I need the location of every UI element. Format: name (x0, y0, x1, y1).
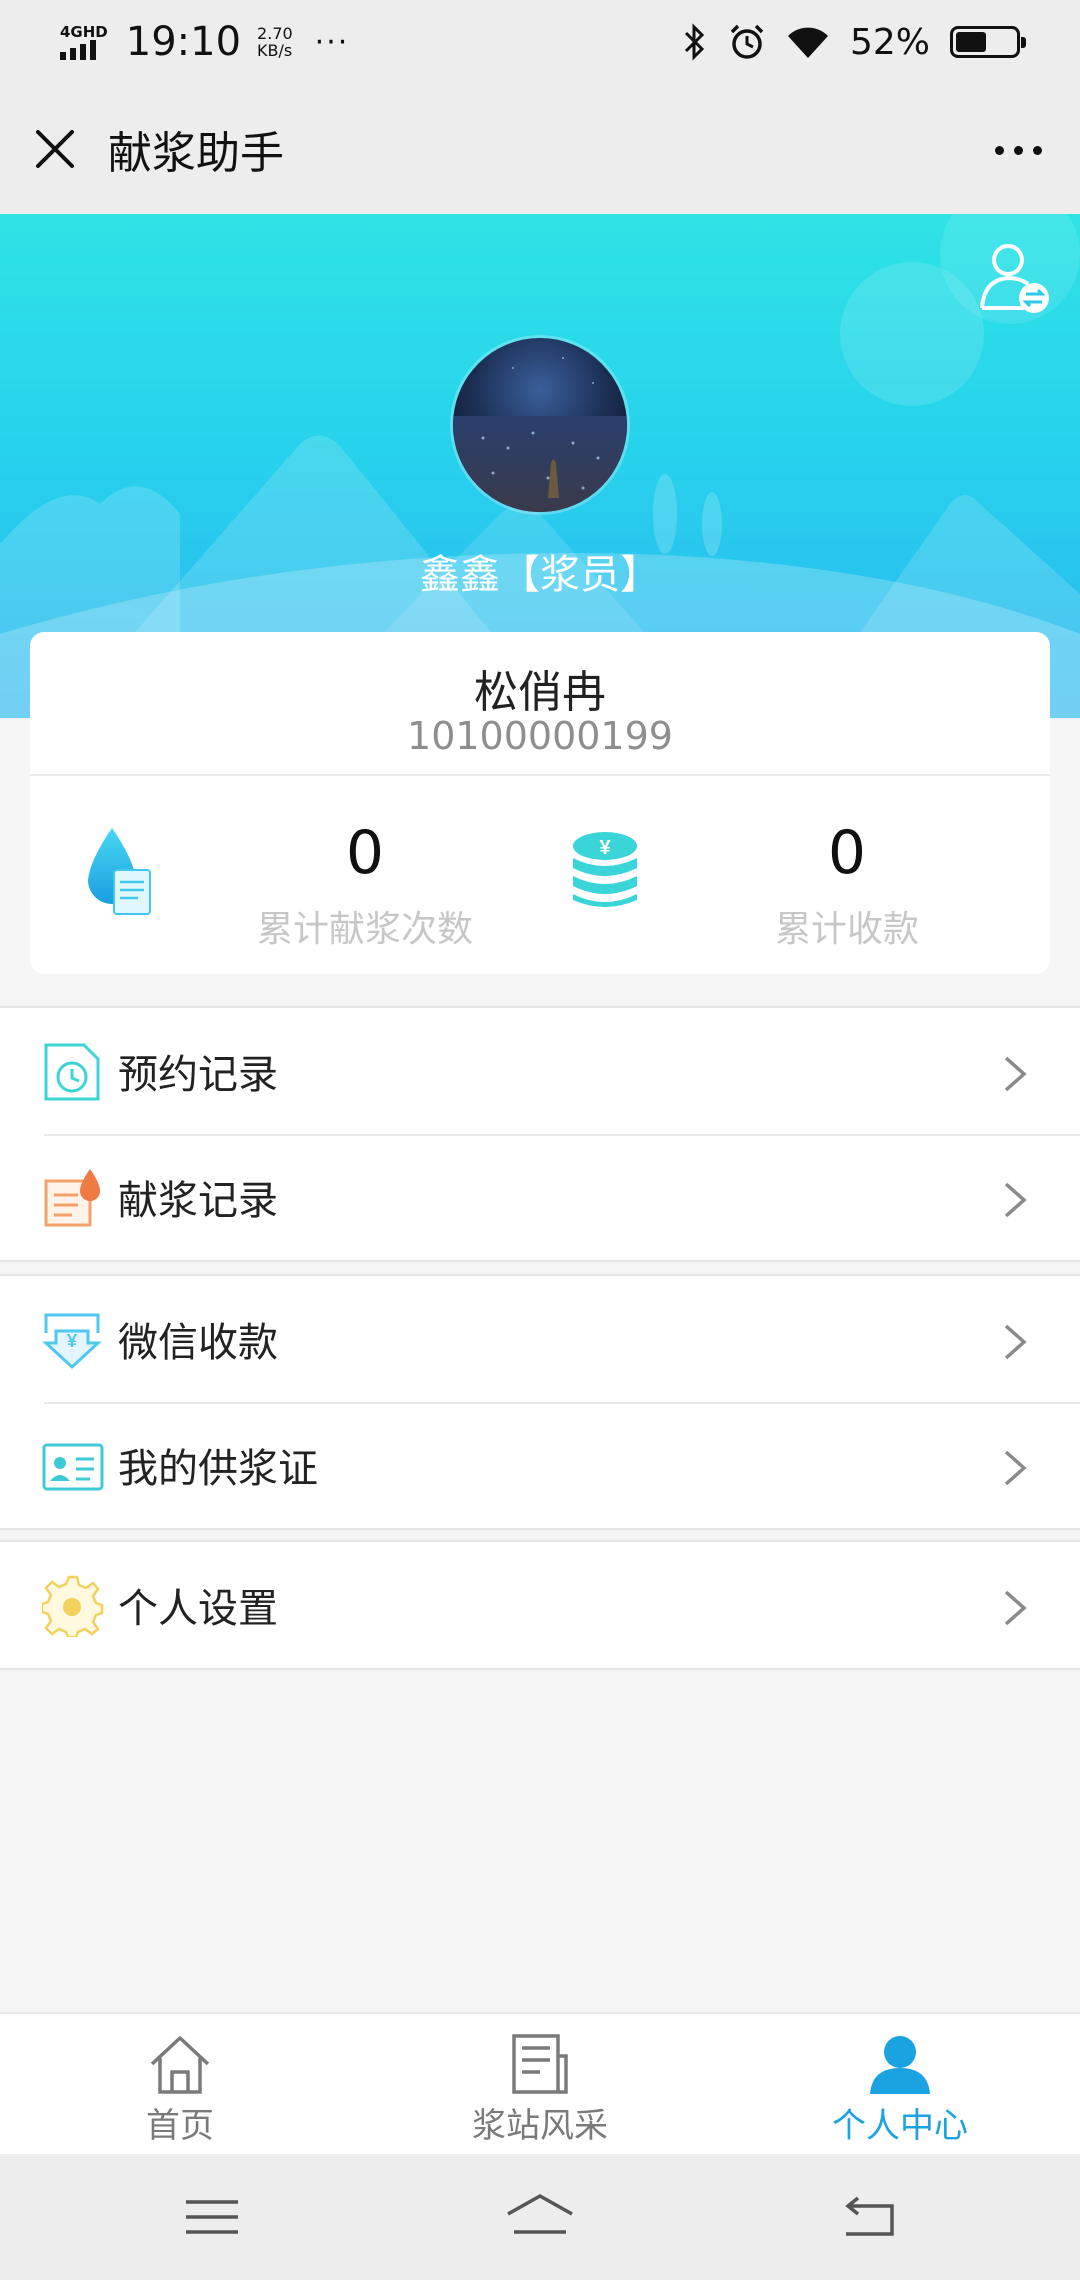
home-button-icon[interactable] (504, 2192, 576, 2242)
avatar[interactable] (453, 338, 627, 512)
tab-home[interactable]: 首页 (0, 2014, 360, 2156)
nickname: 鑫鑫 (420, 552, 500, 598)
user-name: 松俏冉 (474, 667, 606, 718)
menu-group-records: 预约记录 献浆记录 (0, 1006, 1080, 1262)
status-left: 4GHD 19:10 2.70 KB/s ··· (60, 19, 349, 65)
menu-label: 预约记录 (118, 1052, 278, 1098)
bluetooth-icon (684, 23, 705, 61)
yuan-receive-icon: ¥ (42, 1313, 102, 1370)
donation-record-icon (44, 1169, 100, 1227)
donation-count-label: 累计献浆次数 (256, 909, 473, 950)
switch-user-icon[interactable] (974, 238, 1054, 318)
user-id: 10100000199 (407, 714, 673, 758)
total-received-value: 0 (827, 818, 867, 888)
speed-value: 2.70 (257, 24, 293, 43)
gear-icon (42, 1575, 104, 1637)
alarm-icon (730, 24, 764, 59)
appointment-clock-icon (44, 1043, 100, 1101)
title-bar: 献浆助手 (0, 84, 1080, 214)
coin-stack-icon: ¥ (573, 832, 637, 907)
network-speed: 2.70 KB/s (257, 25, 293, 59)
menu-item-donations[interactable]: 献浆记录 (0, 1134, 1080, 1260)
tab-label: 首页 (146, 2106, 214, 2146)
tab-station-news[interactable]: 浆站风采 (360, 2014, 720, 2156)
menu-item-plasma-card[interactable]: 我的供浆证 (0, 1402, 1080, 1528)
notification-dots: ··· (314, 24, 350, 60)
donation-count-value: 0 (345, 818, 385, 888)
card-divider (30, 774, 1050, 776)
profile-card: 松俏冉 10100000199 0 累计献浆次数 ¥ 0 累计收款 (30, 632, 1050, 974)
svg-text:¥: ¥ (599, 837, 611, 859)
menu-icon[interactable] (182, 2192, 242, 2242)
menu-group-payment: ¥ 微信收款 我的供浆证 (0, 1274, 1080, 1530)
chevron-right-icon (1004, 1182, 1027, 1218)
nickname-row: 鑫鑫【浆员】 (0, 542, 1080, 600)
back-icon[interactable] (840, 2192, 900, 2242)
total-received-label: 累计收款 (774, 909, 919, 950)
close-icon[interactable] (30, 124, 80, 174)
home-icon (150, 2036, 210, 2094)
tab-personal-center[interactable]: 个人中心 (720, 2014, 1080, 2156)
plasma-drop-doc-icon (88, 828, 151, 915)
signal-icon: 4GHD (60, 24, 108, 60)
menu-label: 献浆记录 (118, 1178, 278, 1224)
chevron-right-icon (1004, 1056, 1027, 1092)
status-bar: 4GHD 19:10 2.70 KB/s ··· 52% (0, 0, 1080, 84)
news-icon (512, 2034, 568, 2094)
clock: 19:10 (125, 19, 242, 65)
status-right: 52% (682, 21, 1026, 63)
system-nav-bar (0, 2154, 1080, 2280)
menu-group-settings: 个人设置 (0, 1540, 1080, 1670)
wifi-icon (787, 27, 828, 58)
svg-text:¥: ¥ (67, 1331, 77, 1351)
speed-unit: KB/s (257, 41, 293, 60)
battery-fill (956, 32, 987, 52)
chevron-right-icon (1004, 1324, 1027, 1360)
chevron-right-icon (1004, 1590, 1027, 1626)
id-card-icon (42, 1443, 104, 1491)
menu-item-wechat-payment[interactable]: ¥ 微信收款 (0, 1276, 1080, 1402)
menu-label: 个人设置 (118, 1586, 278, 1632)
user-icon (870, 2036, 930, 2094)
role-badge: 【浆员】 (500, 552, 660, 598)
tab-label: 浆站风采 (472, 2106, 608, 2146)
more-options-button[interactable] (986, 130, 1050, 170)
chevron-right-icon (1004, 1450, 1027, 1486)
battery-percent: 52% (849, 21, 930, 63)
tab-label: 个人中心 (832, 2106, 968, 2146)
menu-item-appointments[interactable]: 预约记录 (0, 1008, 1080, 1134)
page-title: 献浆助手 (108, 128, 284, 179)
network-type: 4GHD (60, 23, 108, 41)
menu-label: 我的供浆证 (118, 1446, 318, 1492)
battery-icon (950, 26, 1026, 58)
menu-label: 微信收款 (118, 1320, 278, 1366)
bottom-nav: 首页 浆站风采 个人中心 (0, 2012, 1080, 2154)
menu-item-settings[interactable]: 个人设置 (0, 1542, 1080, 1668)
